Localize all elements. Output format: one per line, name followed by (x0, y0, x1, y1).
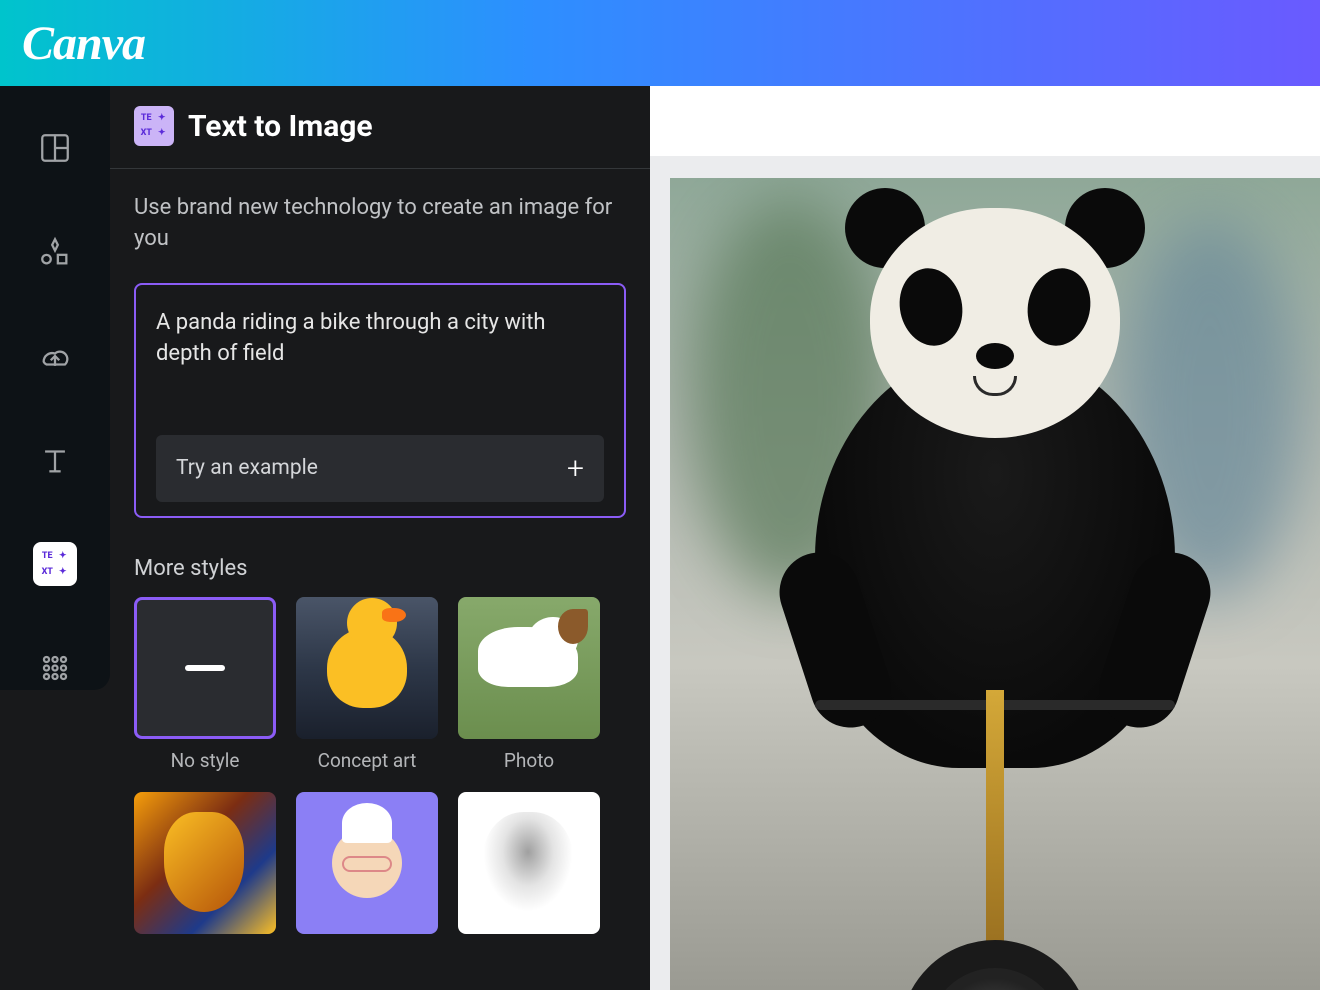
app-header: Canva (0, 0, 1320, 86)
text-icon[interactable] (33, 438, 77, 482)
canvas-toolbar (650, 86, 1320, 156)
left-rail: TE✦XT✦ (0, 86, 110, 690)
style-thumb-none (134, 597, 276, 739)
panel-title: Text to Image (188, 109, 373, 144)
style-option-sketch[interactable] (458, 792, 600, 934)
style-thumb-painting (134, 792, 276, 934)
prompt-box: A panda riding a bike through a city wit… (134, 283, 626, 518)
style-option-concept-art[interactable]: Concept art (296, 597, 438, 772)
style-option-no-style[interactable]: No style (134, 597, 276, 772)
styles-grid: No style Concept art Photo (134, 597, 626, 934)
main-area: TE✦XT✦ TE✦XT✦ Text to Image Use brand ne… (0, 86, 1320, 990)
text-to-image-panel: TE✦XT✦ Text to Image Use brand new techn… (110, 86, 650, 990)
uploads-icon[interactable] (33, 334, 77, 378)
style-thumb-3d (296, 792, 438, 934)
templates-icon[interactable] (33, 126, 77, 170)
style-thumb-sketch (458, 792, 600, 934)
style-option-painting[interactable] (134, 792, 276, 934)
elements-icon[interactable] (33, 230, 77, 274)
panel-header: TE✦XT✦ Text to Image (110, 86, 650, 169)
style-label: Concept art (318, 749, 417, 772)
style-label: Photo (504, 749, 554, 772)
style-label: No style (171, 749, 240, 772)
style-option-3d[interactable] (296, 792, 438, 934)
more-styles-heading: More styles (134, 556, 626, 581)
canvas-area[interactable] (650, 86, 1320, 990)
style-thumb-photo (458, 597, 600, 739)
canva-logo[interactable]: Canva (22, 16, 145, 71)
panel-description: Use brand new technology to create an im… (134, 193, 626, 255)
style-option-photo[interactable]: Photo (458, 597, 600, 772)
try-example-button[interactable]: Try an example + (156, 435, 604, 502)
style-thumb-concept-art (296, 597, 438, 739)
text-to-image-icon[interactable]: TE✦XT✦ (33, 542, 77, 586)
prompt-input[interactable]: A panda riding a bike through a city wit… (156, 307, 604, 417)
try-example-label: Try an example (176, 456, 318, 480)
apps-icon[interactable] (33, 646, 77, 690)
generated-image[interactable] (670, 178, 1320, 990)
text-to-image-badge-icon: TE✦XT✦ (134, 106, 174, 146)
plus-icon: + (567, 451, 584, 486)
